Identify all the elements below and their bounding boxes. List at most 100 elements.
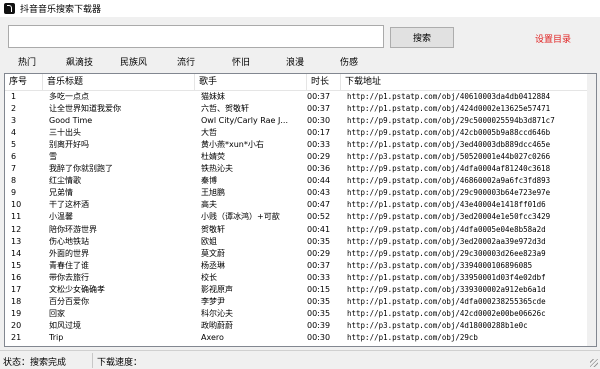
row-duration: 00:41 (307, 224, 331, 234)
settings-directory-link[interactable]: 设置目录 (535, 32, 571, 45)
row-title: 干了这杯酒 (49, 200, 89, 210)
table-body: 1 多吃一点点 猫妹妹 00:37 http://p1.pstatp.com/obj/4… (5, 91, 596, 344)
table-row[interactable]: 12 陪你环游世界 贺敬轩 00:41 http://p9.pstatp.com/obj… (5, 224, 596, 236)
row-download-url: http://p9.pstatp.com/obj/29c5000025594b3… (347, 116, 555, 126)
row-duration: 00:47 (307, 200, 331, 210)
row-title: 如风过境 (49, 320, 81, 330)
row-download-url: http://p9.pstatp.com/obj/4dfa0005e04e8b5… (347, 224, 546, 234)
row-singer: 科尔沁夫 (201, 308, 233, 318)
category-piaochiji[interactable]: 飙滴技 (66, 55, 93, 68)
resize-grip[interactable] (590, 359, 598, 367)
row-title: 多吃一点点 (49, 92, 89, 101)
vertical-scrollbar[interactable] (587, 74, 596, 346)
row-singer: 猫妹妹 (201, 92, 225, 101)
row-duration: 00:35 (307, 296, 331, 306)
row-download-url: http://p9.pstatp.com/obj/29c900003b64e72… (347, 188, 551, 198)
row-duration: 00:17 (307, 128, 331, 138)
table-row[interactable]: 5 别离开好吗 黄小燕*xun*小右 00:33 http://p1.pstatp.co… (5, 139, 596, 151)
row-duration: 00:29 (307, 248, 331, 258)
row-index: 7 (11, 164, 17, 174)
row-index: 9 (11, 188, 17, 198)
row-duration: 00:33 (307, 272, 331, 282)
row-index: 1 (11, 92, 17, 101)
row-download-url: http://p1.pstatp.com/obj/33950001d03f4e0… (347, 272, 546, 282)
row-download-url: http://p1.pstatp.com/obj/424d0002e13625e… (347, 104, 551, 114)
table-row[interactable]: 1 多吃一点点 猫妹妹 00:37 http://p1.pstatp.com/obj/4… (5, 91, 596, 103)
table-row[interactable]: 6 雪 杜婧荧 00:29 http://p3.pstatp.com/obj/50520… (5, 151, 596, 163)
search-input[interactable] (8, 25, 384, 48)
row-index: 15 (11, 260, 22, 270)
row-singer: 黄小燕*xun*小右 (201, 140, 264, 150)
table-row[interactable]: 10 干了这杯酒 高夫 00:47 http://p1.pstatp.com/obj/4… (5, 199, 596, 211)
row-title: 红尘情歌 (49, 176, 81, 186)
search-button[interactable]: 搜索 (390, 27, 454, 48)
row-singer: Owl City/Carly Rae J... (201, 116, 288, 126)
row-title: 雪 (49, 152, 57, 162)
row-index: 19 (11, 308, 22, 318)
row-title: 兄弟情 (49, 188, 73, 198)
row-singer: 杨丞琳 (201, 260, 225, 270)
row-index: 14 (11, 248, 22, 258)
row-download-url: http://p9.pstatp.com/obj/3ed20004e1e50fc… (347, 212, 551, 222)
header-title[interactable]: 音乐标题 (43, 74, 195, 91)
table-row[interactable]: 17 文松少女确确孝 影视原声 00:15 http://p9.pstatp.com/o… (5, 284, 596, 296)
row-duration: 00:30 (307, 116, 331, 126)
category-bar: 热门 飙滴技 民族风 流行 怀旧 浪漫 伤感 (0, 53, 600, 69)
row-title: 伤心地铁站 (49, 236, 89, 246)
row-title: Good Time (49, 116, 93, 126)
row-singer: 杜婧荧 (201, 152, 225, 162)
table-row[interactable]: 16 带你去旅行 校长 00:33 http://p1.pstatp.com/obj/3… (5, 272, 596, 284)
row-download-url: http://p1.pstatp.com/obj/4dfa00023825536… (347, 296, 546, 306)
row-download-url: http://p1.pstatp.com/obj/29cb (347, 332, 478, 342)
row-download-url: http://p3.pstatp.com/obj/4d18000288b1e0c (347, 320, 528, 330)
row-duration: 00:39 (307, 320, 331, 330)
row-title: 让全世界知道我爱你 (49, 104, 121, 114)
row-title: 带你去旅行 (49, 272, 89, 282)
row-title: 小温馨 (49, 212, 73, 222)
row-index: 20 (11, 320, 22, 330)
category-ethnic[interactable]: 民族风 (120, 55, 147, 68)
category-nostalgia[interactable]: 怀旧 (232, 55, 250, 68)
row-duration: 00:37 (307, 104, 331, 114)
table-row[interactable]: 21 Trip Axero 00:30 http://p1.pstatp.com/obj… (5, 332, 596, 344)
table-row[interactable]: 13 伤心地铁站 欧姐 00:35 http://p9.pstatp.com/obj/3… (5, 236, 596, 248)
table-row[interactable]: 15 青春住了谁 杨丞琳 00:37 http://p3.pstatp.com/obj/… (5, 260, 596, 272)
row-singer: 李梦尹 (201, 296, 225, 306)
table-row[interactable]: 19 回家 科尔沁夫 00:35 http://p1.pstatp.com/obj/42… (5, 308, 596, 320)
table-row[interactable]: 14 外面的世界 莫文蔚 00:29 http://p9.pstatp.com/obj/… (5, 248, 596, 260)
table-row[interactable]: 18 百分百爱你 李梦尹 00:35 http://p1.pstatp.com/obj/… (5, 296, 596, 308)
table-row[interactable]: 3 Good Time Owl City/Carly Rae J... 00:30 ht… (5, 115, 596, 127)
row-singer: 政哟蔚蔚 (201, 320, 233, 330)
table-row[interactable]: 20 如风过境 政哟蔚蔚 00:39 http://p3.pstatp.com/obj/… (5, 320, 596, 332)
row-download-url: http://p1.pstatp.com/obj/40610003da4db04… (347, 92, 551, 101)
row-index: 10 (11, 200, 22, 210)
row-singer: 莫文蔚 (201, 248, 225, 258)
row-duration: 00:36 (307, 164, 331, 174)
row-title: 青春住了谁 (49, 260, 89, 270)
row-download-url: http://p9.pstatp.com/obj/4dfa0004af81240… (347, 164, 551, 174)
category-romance[interactable]: 浪漫 (286, 55, 304, 68)
header-duration[interactable]: 时长 (307, 74, 341, 91)
row-duration: 00:35 (307, 308, 331, 318)
row-title: 陪你环游世界 (49, 224, 97, 234)
category-hot[interactable]: 热门 (18, 55, 36, 68)
row-duration: 00:15 (307, 284, 331, 294)
header-index[interactable]: 序号 (5, 74, 43, 91)
row-index: 11 (11, 212, 22, 222)
row-duration: 00:52 (307, 212, 331, 222)
table-row[interactable]: 8 红尘情歌 秦博 00:44 http://p9.pstatp.com/obj/468… (5, 175, 596, 187)
category-sad[interactable]: 伤感 (340, 55, 358, 68)
row-title: 百分百爱你 (49, 296, 89, 306)
table-row[interactable]: 2 让全世界知道我爱你 六哲、贺敬轩 00:37 http://p1.pstatp.co… (5, 103, 596, 115)
row-title: 我醉了你就别跑了 (49, 164, 113, 174)
table-row[interactable]: 4 三十出头 大哲 00:17 http://p9.pstatp.com/obj/42c… (5, 127, 596, 139)
table-row[interactable]: 9 兄弟情 王旭鹏 00:43 http://p9.pstatp.com/obj/29c… (5, 187, 596, 199)
row-download-url: http://p9.pstatp.com/obj/46860002a9a6fc3… (347, 176, 551, 186)
header-singer[interactable]: 歌手 (195, 74, 307, 91)
category-pop[interactable]: 流行 (177, 55, 195, 68)
table-row[interactable]: 7 我醉了你就别跑了 铁热沁夫 00:36 http://p9.pstatp.com/o… (5, 163, 596, 175)
table-row[interactable]: 11 小温馨 小贱（谭冰鸿）+可歆 00:52 http://p9.pstatp.com… (5, 211, 596, 223)
row-title: 回家 (49, 308, 65, 318)
row-duration: 00:37 (307, 260, 331, 270)
header-download-url[interactable]: 下载地址 (341, 74, 591, 91)
